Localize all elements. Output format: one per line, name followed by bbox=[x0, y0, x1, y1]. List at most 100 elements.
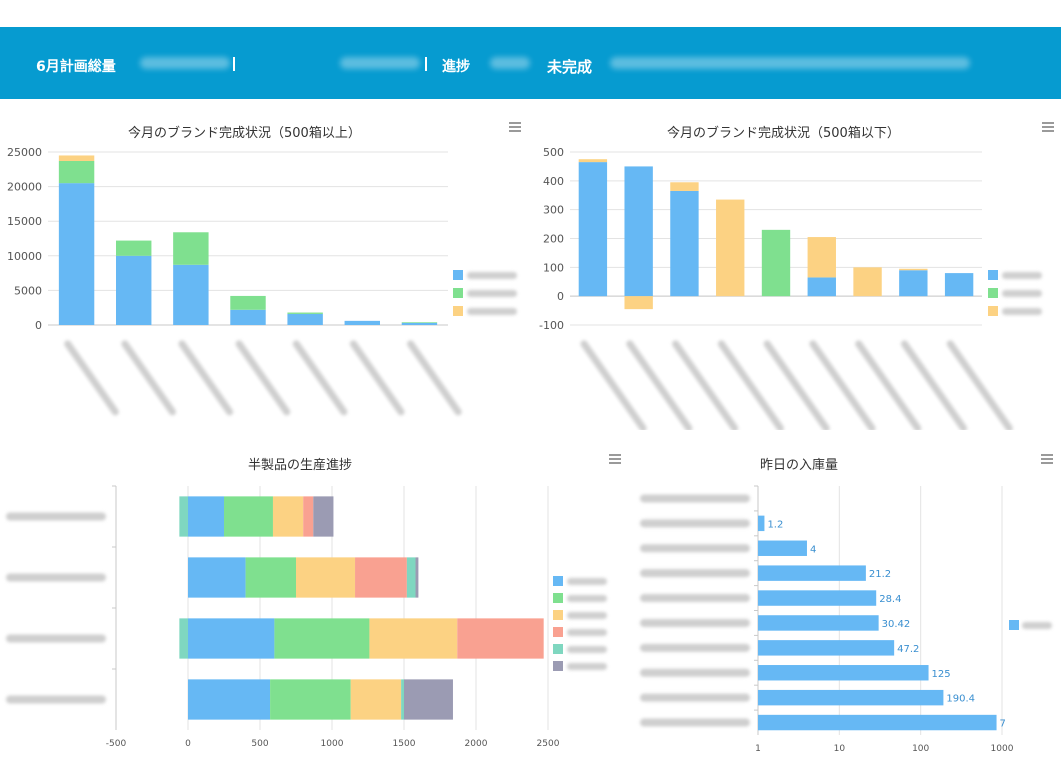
y-tick-label bbox=[6, 634, 106, 643]
y-tick-label: 0 bbox=[557, 290, 564, 303]
legend-swatch bbox=[553, 644, 563, 654]
legend-label bbox=[1002, 308, 1042, 315]
bar bbox=[245, 557, 296, 598]
y-tick-label bbox=[640, 544, 750, 553]
plan-total-value bbox=[140, 57, 230, 69]
bar bbox=[624, 166, 653, 297]
bar bbox=[758, 590, 877, 606]
bar bbox=[758, 540, 807, 556]
y-tick-label bbox=[640, 519, 750, 528]
legend-label bbox=[567, 646, 607, 653]
bar bbox=[758, 640, 895, 656]
bar bbox=[578, 159, 608, 163]
legend-label bbox=[567, 595, 607, 602]
data-label: 21.2 bbox=[869, 569, 891, 580]
y-tick-label bbox=[640, 693, 750, 702]
menu-icon[interactable] bbox=[1042, 122, 1054, 132]
y-tick-label: 400 bbox=[543, 175, 564, 188]
bar bbox=[578, 162, 608, 297]
bar bbox=[758, 565, 866, 581]
bar bbox=[401, 322, 438, 325]
bar bbox=[355, 557, 407, 598]
chart-yesterday-inbound: 昨日の入庫量 1 10 100 1000 1.2 4 21.2 28.4 30.42 47.2 12… bbox=[630, 440, 1061, 763]
bar bbox=[173, 232, 209, 265]
legend-swatch bbox=[553, 661, 563, 671]
y-tick-label bbox=[640, 594, 750, 603]
menu-icon[interactable] bbox=[609, 454, 621, 464]
legend-swatch bbox=[453, 306, 463, 316]
bar bbox=[287, 312, 323, 314]
legend-label bbox=[1002, 272, 1042, 279]
legend-label bbox=[567, 578, 607, 585]
bar bbox=[116, 255, 152, 325]
bar bbox=[188, 618, 275, 659]
chart-canvas: 1 10 100 1000 1.2 4 21.2 28.4 30.42 47.2 125 190.4 7 bbox=[640, 485, 1052, 754]
bar bbox=[274, 618, 370, 659]
bar bbox=[270, 679, 351, 720]
bar bbox=[624, 296, 653, 310]
bar bbox=[899, 270, 928, 297]
y-tick-label: 20000 bbox=[7, 181, 42, 194]
chart-canvas: 0 5000 10000 15000 20000 25000 bbox=[7, 146, 517, 416]
bar bbox=[761, 229, 791, 297]
legend-label bbox=[467, 290, 517, 297]
data-label: 7 bbox=[1000, 719, 1006, 730]
y-tick-label: 25000 bbox=[7, 146, 42, 159]
chart-title: 今月のブランド完成状況（500箱以下） bbox=[667, 126, 900, 141]
incomplete-value bbox=[610, 57, 970, 69]
y-tick-label: 200 bbox=[543, 233, 564, 246]
x-tick-label: 100 bbox=[912, 744, 929, 754]
x-tick-label: 2000 bbox=[465, 739, 488, 749]
y-tick-label bbox=[6, 512, 106, 521]
chart-title: 半製品の生産進捗 bbox=[248, 458, 353, 473]
bar bbox=[313, 496, 334, 537]
x-tick-label bbox=[64, 340, 119, 416]
bar bbox=[303, 496, 314, 537]
bar bbox=[224, 496, 273, 537]
y-tick-label: 0 bbox=[35, 319, 42, 332]
y-tick-label bbox=[6, 695, 106, 704]
y-tick-label bbox=[640, 643, 750, 652]
x-tick-label: 1000 bbox=[991, 744, 1014, 754]
legend-label bbox=[467, 308, 517, 315]
data-label: 47.2 bbox=[897, 644, 919, 655]
y-tick-label: 15000 bbox=[7, 215, 42, 228]
bar bbox=[188, 496, 224, 537]
legend-swatch bbox=[453, 288, 463, 298]
data-label: 125 bbox=[932, 669, 951, 680]
x-tick-label: 1000 bbox=[321, 739, 344, 749]
bar bbox=[758, 714, 997, 731]
menu-icon[interactable] bbox=[1041, 454, 1053, 464]
incomplete-label: 未完成 bbox=[547, 58, 593, 76]
completed-value bbox=[340, 57, 420, 69]
summary-header: 6月計画総量 進捗 未完成 bbox=[0, 27, 1061, 99]
legend-label bbox=[567, 629, 607, 636]
bar bbox=[173, 264, 209, 325]
legend-swatch bbox=[1009, 620, 1019, 630]
menu-icon[interactable] bbox=[509, 122, 521, 132]
bar bbox=[188, 557, 246, 598]
legend-swatch bbox=[553, 627, 563, 637]
progress-value bbox=[490, 57, 530, 69]
legend-swatch bbox=[988, 306, 998, 316]
legend-label bbox=[567, 612, 607, 619]
bar bbox=[230, 309, 266, 325]
chart-title: 昨日の入庫量 bbox=[760, 458, 839, 473]
bar bbox=[853, 267, 882, 297]
header-divider bbox=[233, 57, 235, 71]
bar bbox=[179, 496, 188, 537]
y-tick-label: 5000 bbox=[14, 284, 42, 297]
bar bbox=[406, 557, 416, 598]
bar bbox=[758, 615, 879, 631]
y-tick-label: 10000 bbox=[7, 250, 42, 263]
legend-label bbox=[467, 272, 517, 279]
y-tick-label bbox=[640, 618, 750, 627]
bar bbox=[758, 689, 944, 706]
bar bbox=[670, 182, 699, 191]
chart-title: 今月のブランド完成状況（500箱以上） bbox=[128, 126, 361, 141]
legend-swatch bbox=[988, 270, 998, 280]
legend-label bbox=[567, 663, 607, 670]
bar bbox=[899, 268, 928, 271]
x-tick-label bbox=[178, 340, 234, 416]
bar bbox=[758, 665, 929, 681]
